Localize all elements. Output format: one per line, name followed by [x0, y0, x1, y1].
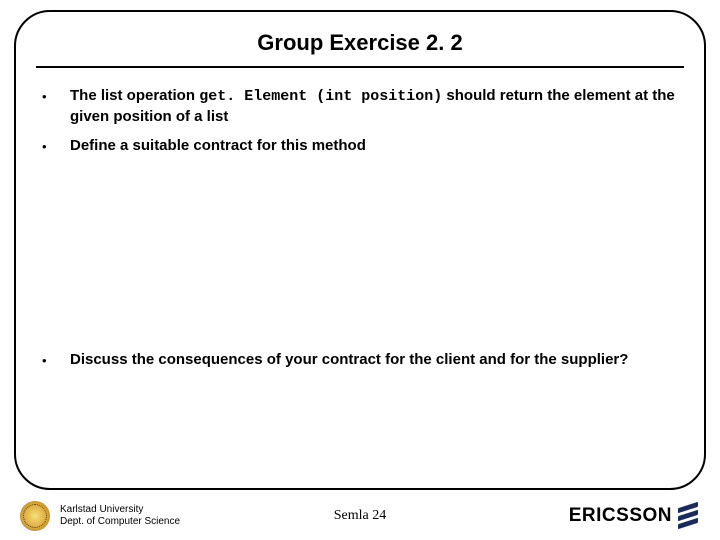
bullet-3: • Discuss the consequences of your contr…: [42, 350, 678, 370]
slide-title: Group Exercise 2. 2: [42, 30, 678, 56]
bullet-list-2: • Discuss the consequences of your contr…: [42, 350, 678, 370]
bullet-dot: •: [42, 350, 70, 370]
bullet-dot: •: [42, 86, 70, 128]
bullet-2-text: Define a suitable contract for this meth…: [70, 136, 678, 156]
title-rule: [36, 66, 684, 68]
bullet-1-text: The list operation get. Element (int pos…: [70, 86, 678, 128]
bullet-3-text: Discuss the consequences of your contrac…: [70, 350, 678, 370]
bullet-1-pre: The list operation: [70, 87, 199, 104]
ericsson-stripes-icon: [678, 503, 700, 529]
slide-number: Semla 24: [334, 508, 387, 524]
slide-frame: Group Exercise 2. 2 • The list operation…: [14, 10, 706, 490]
bullet-1-code: get. Element (int position): [199, 88, 442, 105]
bullet-1: • The list operation get. Element (int p…: [42, 86, 678, 128]
spacer: [42, 164, 678, 350]
ericsson-wordmark: ERICSSON: [569, 505, 672, 527]
ericsson-logo: ERICSSON: [569, 503, 700, 529]
university-text: Karlstad University Dept. of Computer Sc…: [60, 504, 180, 528]
footer: Karlstad University Dept. of Computer Sc…: [0, 492, 720, 540]
university-logo-icon: [20, 501, 50, 531]
university-dept: Dept. of Computer Science: [60, 516, 180, 528]
bullet-dot: •: [42, 136, 70, 156]
university-name: Karlstad University: [60, 504, 180, 516]
bullet-list: • The list operation get. Element (int p…: [42, 86, 678, 156]
bullet-2: • Define a suitable contract for this me…: [42, 136, 678, 156]
